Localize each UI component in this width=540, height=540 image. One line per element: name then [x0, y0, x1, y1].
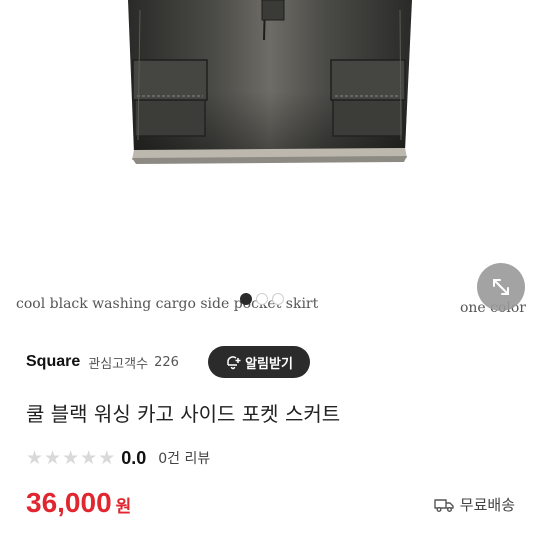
rating-stars: ★ ★ ★ ★ ★	[26, 446, 116, 469]
star-icon: ★	[26, 446, 44, 469]
follower-count: 226	[154, 354, 179, 370]
shop-name[interactable]: Square	[26, 353, 80, 371]
star-icon: ★	[44, 446, 62, 469]
rating-row[interactable]: ★ ★ ★ ★ ★ 0.0 0건 리뷰	[26, 446, 210, 470]
alert-button-label: 알림받기	[245, 356, 293, 372]
alert-subscribe-button[interactable]: 알림받기	[208, 346, 310, 378]
carousel-dot-3[interactable]	[272, 293, 284, 305]
bell-plus-icon	[227, 356, 241, 370]
skirt-photo	[128, 0, 412, 164]
carousel-dot-2[interactable]	[256, 293, 268, 305]
follower-label: 관심고객수	[88, 356, 149, 372]
review-count[interactable]: 0건 리뷰	[158, 448, 210, 468]
price-value: 36,000	[26, 487, 112, 518]
price-currency: 원	[115, 497, 132, 517]
product-image[interactable]: cool black washing cargo side pocket ski…	[0, 0, 540, 330]
carousel-indicator	[240, 293, 284, 305]
delivery-truck-icon	[434, 498, 454, 512]
expand-image-button[interactable]	[477, 263, 525, 311]
shipping-info: 무료배송	[434, 494, 515, 515]
carousel-dot-1[interactable]	[240, 293, 252, 305]
expand-icon	[493, 279, 509, 295]
rating-value: 0.0	[121, 447, 147, 468]
star-icon: ★	[62, 446, 80, 469]
star-icon: ★	[98, 446, 116, 469]
price: 36,000 원	[26, 487, 131, 519]
shipping-label: 무료배송	[459, 496, 515, 514]
star-icon: ★	[80, 446, 98, 469]
product-title: 쿨 블랙 워싱 카고 사이드 포켓 스커트	[26, 402, 341, 426]
